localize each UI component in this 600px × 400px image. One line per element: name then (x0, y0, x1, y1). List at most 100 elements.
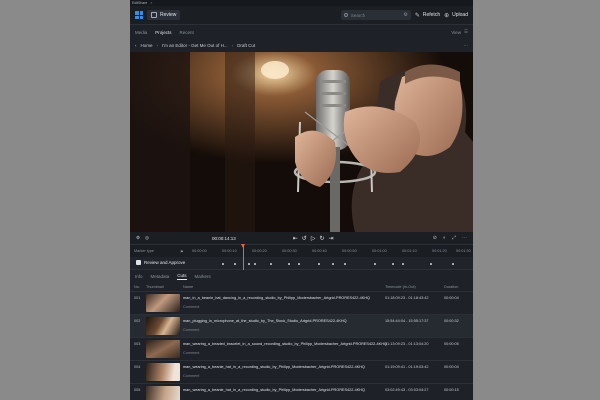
app-window: EditShare × Review Search ⚙ ✎ Refetch ⊕ … (130, 0, 473, 400)
clip-comment[interactable]: Comment (183, 374, 199, 378)
view-toggle[interactable]: View ☰ (451, 29, 468, 35)
upload-button[interactable]: ⊕ Upload (444, 12, 468, 19)
ruler-tick: 00:00:00 (192, 249, 207, 253)
timecode-display: 00:00:14:13 (211, 235, 236, 241)
row-number: 001 (134, 296, 141, 300)
clip-timecode: 01:18:09:23 - 01:18:43:42 (385, 296, 429, 300)
ruler-tick: 00:00:40 (312, 249, 327, 253)
marker-dot[interactable] (248, 263, 250, 265)
window-title: EditShare (132, 1, 148, 5)
skip-back-icon[interactable]: ⇤ (293, 235, 298, 242)
refetch-label: Refetch (422, 12, 441, 18)
tab-metadata[interactable]: Metadata (151, 274, 170, 279)
table-row[interactable]: 005 man_wearing_a_beanie_hat_in_a_record… (130, 384, 473, 400)
settings-icon[interactable]: ⚙ (136, 235, 140, 241)
toolbar: Review Search ⚙ ✎ Refetch ⊕ Upload (130, 6, 473, 25)
track-label: Review and Approve (144, 260, 186, 265)
marker-dot[interactable] (254, 263, 256, 265)
player-controls: ⚙ ◎ 00:00:14:13 ⇤ ↺ ▷ ↻ ⇥ ⊘ ◐ ⤢ ⋯ (130, 232, 473, 244)
marker-dot[interactable] (234, 263, 236, 265)
marker-dot[interactable] (402, 263, 404, 265)
clip-comment[interactable]: Comment (183, 351, 199, 355)
breadcrumb-project[interactable]: I'm an Editor - Get Me Out of H... (162, 43, 228, 48)
mute-icon[interactable]: ⊘ (433, 235, 437, 241)
marker-dot[interactable] (298, 263, 300, 265)
tab-media[interactable]: Media (135, 30, 147, 35)
table-row[interactable]: 002 man_plugging_in_microphone_at_the_st… (130, 315, 473, 338)
clip-duration: 00:00:04 (444, 365, 459, 369)
table-row[interactable]: 004 man_wearing_a_beanie_hat_in_a_record… (130, 361, 473, 384)
column-header-name[interactable]: Name (183, 285, 193, 289)
timeline-ruler[interactable]: Marker type ⚑ 00:00:00 00:00:10 00:00:20… (130, 244, 473, 257)
table-row[interactable]: 001 man_in_a_beanie_hat_dancing_in_a_rec… (130, 292, 473, 315)
breadcrumb-separator-icon: › (231, 43, 234, 48)
marker-dot[interactable] (452, 263, 454, 265)
app-logo-icon (135, 11, 143, 19)
search-input[interactable]: Search ⚙ (340, 10, 411, 20)
column-header-duration[interactable]: Duration (444, 285, 458, 289)
marker-dot[interactable] (332, 263, 334, 265)
column-header-thumbnail[interactable]: Thumbnail (146, 285, 164, 289)
search-placeholder: Search (350, 12, 366, 18)
filter-icon[interactable]: ⚙ (403, 12, 407, 18)
ruler-tick: 00:00:20 (252, 249, 267, 253)
clip-duration: 00:00:15 (444, 388, 459, 392)
back-icon[interactable]: ‹ (135, 43, 137, 48)
close-icon[interactable]: × (150, 1, 152, 5)
review-button[interactable]: Review (147, 10, 181, 20)
playhead[interactable] (241, 244, 245, 270)
tab-recent[interactable]: Recent (180, 30, 194, 35)
clip-timecode: 01:13:09:23 - 01:13:04:20 (385, 342, 429, 346)
marker-dot[interactable] (222, 263, 224, 265)
thumbnail-image (146, 340, 180, 358)
checkbox[interactable] (136, 260, 141, 265)
tab-info[interactable]: Info (135, 274, 143, 279)
tab-cuts[interactable]: Cuts (177, 273, 187, 280)
marker-dot[interactable] (270, 263, 272, 265)
more-icon[interactable]: ⋯ (464, 43, 469, 49)
rewind-icon[interactable]: ↺ (302, 235, 307, 242)
marker-dot[interactable] (430, 263, 432, 265)
volume-icon[interactable]: ◐ (443, 235, 446, 241)
tab-markers[interactable]: Markers (195, 274, 211, 279)
clip-timecode: 03:02:49:43 - 03:03:04:27 (385, 388, 429, 392)
marker-type-label: Marker type (134, 249, 155, 253)
row-number: 003 (134, 342, 141, 346)
breadcrumb-home[interactable]: Home (141, 43, 153, 48)
upload-label: Upload (452, 12, 468, 18)
thumbnail-image (146, 294, 180, 312)
play-icon[interactable]: ▷ (311, 235, 316, 242)
fullscreen-icon[interactable]: ⤢ (452, 235, 456, 241)
clip-name: man_wearing_a_beanie_hat_in_a_recording_… (183, 388, 365, 392)
thumbnail-image (146, 386, 180, 400)
forward-icon[interactable]: ↻ (319, 235, 324, 242)
video-frame-image (130, 52, 473, 232)
clip-name: man_wearing_a_beanie_hat_in_a_recording_… (183, 365, 365, 369)
review-approve-toggle[interactable]: Review and Approve (136, 260, 185, 265)
breadcrumb-cut: Draft Cut (237, 43, 256, 48)
ruler-tick: 00:01:20 (432, 249, 447, 253)
marker-dot[interactable] (288, 263, 290, 265)
more-options-icon[interactable]: ⋯ (462, 235, 467, 241)
ruler-tick: 00:01:00 (372, 249, 387, 253)
marker-flag-icon[interactable]: ⚑ (180, 249, 183, 254)
refetch-button[interactable]: ✎ Refetch (415, 12, 440, 19)
marker-dot[interactable] (318, 263, 320, 265)
clip-comment[interactable]: Comment (183, 328, 199, 332)
table-row[interactable]: 003 man_wearing_a_beaded_bracelet_in_a_s… (130, 338, 473, 361)
nav-tabs: Media Projects Recent View ☰ (130, 25, 473, 39)
skip-forward-icon[interactable]: ⇥ (328, 235, 333, 242)
ruler-tick: 00:00:30 (282, 249, 297, 253)
clip-duration: 00:00:05 (444, 342, 459, 346)
marker-track[interactable]: Review and Approve (130, 257, 473, 270)
zoom-icon[interactable]: ◎ (145, 235, 149, 241)
marker-dot[interactable] (392, 263, 394, 265)
video-preview[interactable] (130, 52, 473, 232)
column-header-timecode[interactable]: Timecode (In-Out) (385, 285, 416, 289)
marker-dot[interactable] (374, 263, 376, 265)
clip-comment[interactable]: Comment (183, 305, 199, 309)
column-header-no[interactable]: No. (134, 285, 140, 289)
ruler-tick: 00:00:50 (342, 249, 357, 253)
marker-dot[interactable] (344, 263, 346, 265)
tab-projects[interactable]: Projects (155, 30, 171, 35)
